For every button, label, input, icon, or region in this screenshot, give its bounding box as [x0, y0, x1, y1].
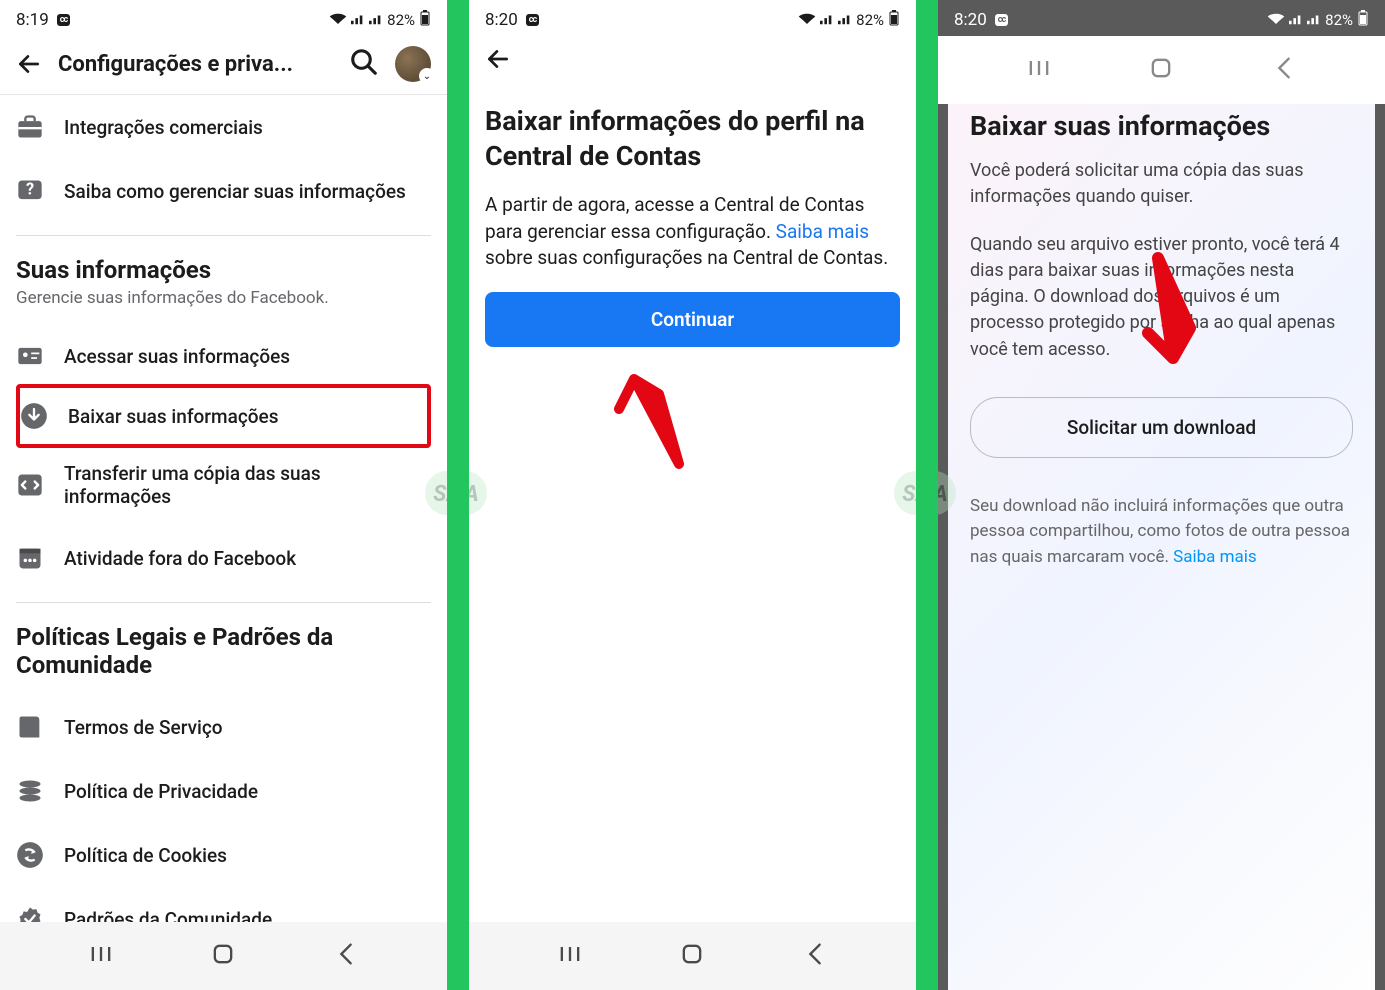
screen-1-settings: 8:19 cc 82% Configurações e priva...	[0, 0, 447, 990]
battery-text: 82%	[387, 11, 415, 29]
fine-print: Seu download não incluirá informações qu…	[970, 494, 1353, 571]
nav-back[interactable]	[1270, 54, 1298, 82]
signal-icon-2	[369, 11, 383, 29]
battery-icon	[1357, 10, 1369, 30]
status-time: 8:20	[485, 10, 518, 30]
signal-icon	[351, 11, 365, 29]
nav-home[interactable]	[1147, 54, 1175, 82]
question-icon: ?	[16, 177, 44, 205]
item-label: Atividade fora do Facebook	[64, 547, 296, 570]
badge-icon	[16, 905, 44, 922]
item-label: Termos de Serviço	[64, 716, 223, 739]
item-label: Transferir uma cópia das suas informaçõe…	[64, 462, 431, 508]
chevron-down-icon: ⌄	[419, 68, 435, 84]
body-text: A partir de agora, acesse a Central de C…	[485, 192, 900, 272]
nav-back[interactable]	[332, 940, 360, 968]
item-offsite-activity[interactable]: Atividade fora do Facebook	[16, 526, 431, 590]
nav-recents[interactable]	[87, 940, 115, 968]
transfer-icon	[16, 471, 44, 499]
item-label: Acessar suas informações	[64, 345, 290, 368]
screen-2-continue: 8:20 cc 82% Baixar informações do perfil…	[469, 0, 916, 990]
item-terms[interactable]: Termos de Serviço	[16, 695, 431, 759]
item-label: Padrões da Comunidade	[64, 908, 272, 923]
item-label: Baixar suas informações	[68, 405, 278, 428]
download-circle-icon	[20, 402, 48, 430]
id-card-icon	[16, 342, 44, 370]
calendar-icon	[16, 544, 44, 572]
book-icon	[16, 713, 44, 741]
item-label: Política de Privacidade	[64, 780, 258, 803]
divider	[16, 235, 431, 236]
item-privacy[interactable]: Política de Privacidade	[16, 759, 431, 823]
battery-icon	[419, 10, 431, 30]
search-button[interactable]	[349, 47, 379, 81]
page-title: Configurações e priva...	[58, 52, 333, 77]
item-label: Política de Cookies	[64, 844, 227, 867]
annotation-arrow	[609, 364, 699, 484]
svg-text:?: ?	[26, 180, 34, 199]
signal-icon-2	[1307, 11, 1321, 29]
status-bar: 8:20 cc 82%	[938, 0, 1385, 36]
battery-icon	[888, 10, 900, 30]
cc-icon: cc	[57, 14, 70, 26]
signal-icon-2	[838, 11, 852, 29]
continue-button[interactable]: Continuar	[485, 292, 900, 347]
learn-more-link[interactable]: Saiba mais	[1173, 547, 1257, 567]
signal-icon	[820, 11, 834, 29]
nav-bar	[0, 922, 447, 990]
nav-bar	[469, 922, 916, 990]
status-bar: 8:20 cc 82%	[469, 0, 916, 36]
wifi-icon	[1267, 11, 1285, 29]
item-label: Saiba como gerenciar suas informações	[64, 180, 406, 203]
status-bar: 8:19 cc 82%	[0, 0, 447, 36]
section-subtitle: Gerencie suas informações do Facebook.	[16, 288, 431, 308]
back-button[interactable]	[16, 51, 42, 77]
item-manage-info[interactable]: ? Saiba como gerenciar suas informações	[16, 159, 431, 223]
content: Baixar informações do perfil na Central …	[469, 84, 916, 922]
section-title: Políticas Legais e Padrões da Comunidade	[16, 623, 431, 679]
learn-more-link[interactable]: Saiba mais	[776, 220, 869, 243]
page-title: Baixar informações do perfil na Central …	[485, 104, 900, 174]
item-access-info[interactable]: Acessar suas informações	[16, 324, 431, 388]
item-label: Integrações comerciais	[64, 116, 263, 139]
modal-text-2: Quando seu arquivo estiver pronto, você …	[970, 232, 1353, 362]
profile-avatar[interactable]: ⌄	[395, 46, 431, 82]
nav-back[interactable]	[801, 940, 829, 968]
cycle-icon	[16, 841, 44, 869]
request-download-button[interactable]: Solicitar um download	[970, 397, 1353, 458]
item-community[interactable]: Padrões da Comunidade	[16, 887, 431, 922]
content-scroll[interactable]: Integrações comerciais ? Saiba como gere…	[0, 95, 447, 922]
item-download-info[interactable]: Baixar suas informações	[16, 384, 431, 448]
nav-bar	[938, 36, 1385, 104]
item-integrations[interactable]: Integrações comerciais	[16, 95, 431, 159]
nav-recents[interactable]	[1025, 54, 1053, 82]
cc-icon: cc	[526, 14, 539, 26]
wifi-icon	[329, 11, 347, 29]
back-button[interactable]	[485, 46, 511, 72]
page-header	[469, 36, 916, 84]
divider	[16, 602, 431, 603]
modal-text-1: Você poderá solicitar uma cópia das suas…	[970, 158, 1353, 210]
item-transfer-info[interactable]: Transferir uma cópia das suas informaçõe…	[16, 444, 431, 526]
section-title: Suas informações	[16, 256, 431, 284]
stack-icon	[16, 777, 44, 805]
wifi-icon	[798, 11, 816, 29]
status-time: 8:20	[954, 10, 987, 30]
nav-home[interactable]	[209, 940, 237, 968]
page-header: Configurações e priva... ⌄	[0, 36, 447, 95]
status-time: 8:19	[16, 10, 49, 30]
modal-title: Baixar suas informações	[970, 110, 1353, 142]
modal-sheet: Concluir Baixar suas informações Você po…	[948, 38, 1375, 990]
nav-recents[interactable]	[556, 940, 584, 968]
item-cookies[interactable]: Política de Cookies	[16, 823, 431, 887]
cc-icon: cc	[995, 14, 1008, 26]
signal-icon	[1289, 11, 1303, 29]
battery-text: 82%	[1325, 11, 1353, 29]
screen-3-request: 8:20 cc 82% Concluir Baixar suas informa…	[938, 0, 1385, 990]
briefcase-icon	[16, 113, 44, 141]
nav-home[interactable]	[678, 940, 706, 968]
battery-text: 82%	[856, 11, 884, 29]
